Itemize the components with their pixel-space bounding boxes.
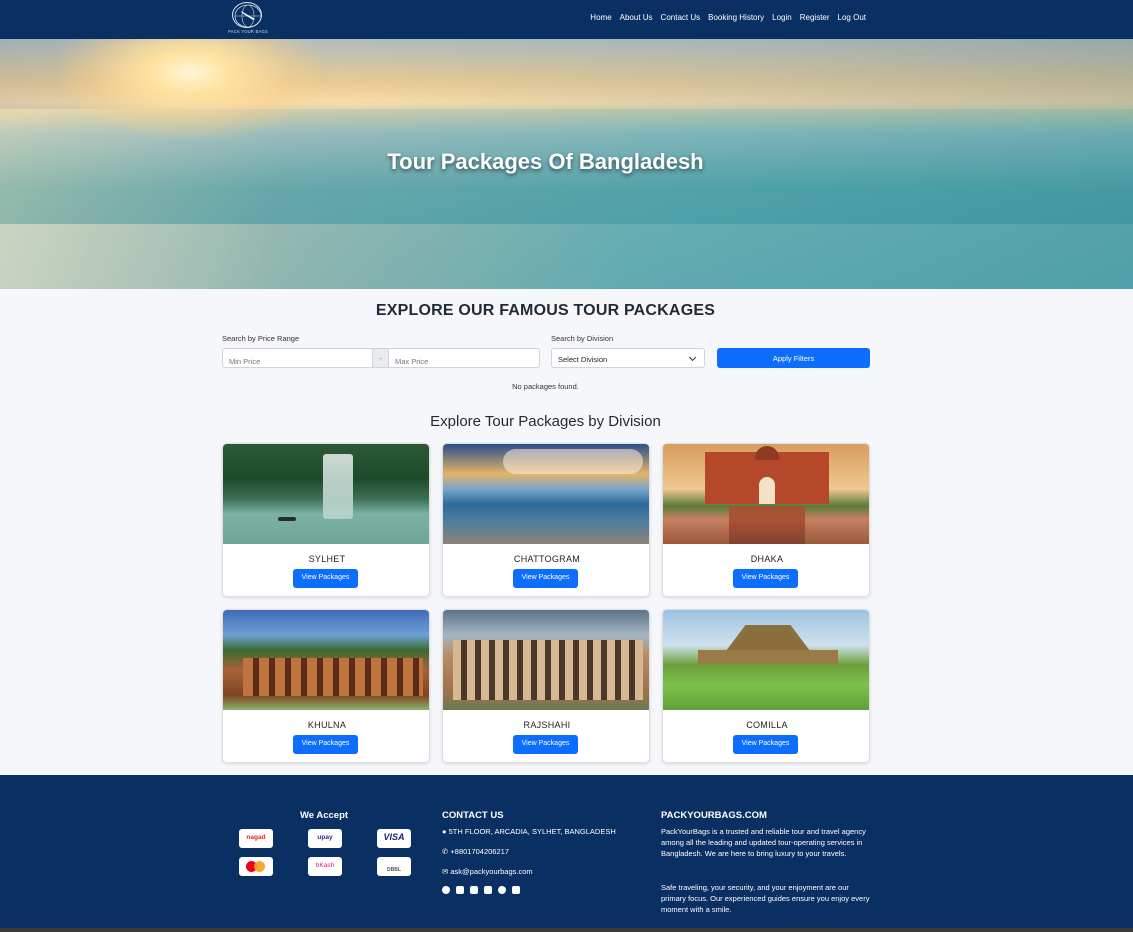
division-heading: Explore Tour Packages by Division <box>430 413 661 430</box>
dbbl-logo: DBBL <box>377 857 411 876</box>
about-heading: PACKYOURBAGS.COM <box>661 810 767 821</box>
price-separator: - <box>372 348 389 368</box>
view-packages-button[interactable]: View Packages <box>733 735 798 754</box>
view-packages-button[interactable]: View Packages <box>733 569 798 588</box>
bkash-logo: bKash <box>308 857 342 876</box>
about-text-1: PackYourBags is a trusted and reliable t… <box>661 827 866 858</box>
division-name: KHULNA <box>307 720 347 730</box>
visa-logo: VISA <box>377 829 411 848</box>
email-text: ask@packyourbags.com <box>450 867 533 876</box>
division-card-chattogram: CHATTOGRAM View Packages <box>442 443 650 597</box>
footer <box>0 775 1133 932</box>
min-price-input[interactable] <box>222 348 373 368</box>
mastercard-logo <box>239 857 273 876</box>
apply-filters-button[interactable]: Apply Filters <box>717 348 870 368</box>
pinterest-icon[interactable] <box>498 886 506 894</box>
nav-about-us[interactable]: About Us <box>620 13 653 22</box>
facebook-icon[interactable] <box>442 886 450 894</box>
division-card-sylhet: SYLHET View Packages <box>222 443 430 597</box>
price-range-label: Search by Price Range <box>222 334 300 343</box>
hero-title: Tour Packages Of Bangladesh <box>387 149 704 174</box>
location-pin-icon: ● <box>442 827 447 836</box>
dhaka-image <box>663 444 869 544</box>
instagram-icon[interactable] <box>512 886 520 894</box>
division-name: SYLHET <box>308 554 346 564</box>
rajshahi-image <box>443 610 649 710</box>
contact-heading: CONTACT US <box>442 810 504 821</box>
division-card-comilla: COMILLA View Packages <box>662 609 870 763</box>
nav-register[interactable]: Register <box>800 13 830 22</box>
view-packages-button[interactable]: View Packages <box>513 569 578 588</box>
view-packages-button[interactable]: View Packages <box>293 735 358 754</box>
globe-plane-icon <box>232 2 262 28</box>
hero-wave <box>0 224 1133 289</box>
chattogram-image <box>443 444 649 544</box>
twitter-icon[interactable] <box>456 886 464 894</box>
upay-logo: upay <box>308 829 342 848</box>
comilla-image <box>663 610 869 710</box>
max-price-input[interactable] <box>388 348 540 368</box>
view-packages-button[interactable]: View Packages <box>513 735 578 754</box>
empty-message: No packages found. <box>512 382 579 391</box>
about-text-2: Safe traveling, your security, and your … <box>661 883 870 914</box>
division-card-dhaka: DHAKA View Packages <box>662 443 870 597</box>
logo-text: PACK YOUR BAGS <box>228 29 268 34</box>
division-name: COMILLA <box>746 720 788 730</box>
email-row[interactable]: ✉ ask@packyourbags.com <box>442 866 533 877</box>
brand-logo[interactable]: PACK YOUR BAGS <box>228 2 268 36</box>
division-card-khulna: KHULNA View Packages <box>222 609 430 763</box>
nav-log-out[interactable]: Log Out <box>838 13 866 22</box>
nav-login[interactable]: Login <box>772 13 792 22</box>
nagad-logo: nagad <box>239 829 273 848</box>
youtube-icon[interactable] <box>484 886 492 894</box>
hero-banner: Tour Packages Of Bangladesh <box>0 39 1133 289</box>
division-card-rajshahi: RAJSHAHI View Packages <box>442 609 650 763</box>
packages-heading: EXPLORE OUR FAMOUS TOUR PACKAGES <box>375 302 716 319</box>
navbar: PACK YOUR BAGS Home About Us Contact Us … <box>0 0 1133 39</box>
address-text: 5TH FLOOR, ARCADIA, SYLHET, BANGLADESH <box>448 827 616 836</box>
phone-text: +8801704206217 <box>450 847 509 856</box>
phone-row[interactable]: ✆ +8801704206217 <box>442 846 509 857</box>
division-select-value: Select Division <box>558 355 608 364</box>
sylhet-image <box>223 444 429 544</box>
division-label: Search by Division <box>551 334 614 343</box>
division-name: RAJSHAHI <box>523 720 571 730</box>
division-name: DHAKA <box>750 554 784 564</box>
nav-links: Home About Us Contact Us Booking History… <box>590 13 866 22</box>
phone-icon: ✆ <box>442 847 449 856</box>
address-row: ● 5TH FLOOR, ARCADIA, SYLHET, BANGLADESH <box>442 826 616 837</box>
nav-contact-us[interactable]: Contact Us <box>661 13 701 22</box>
division-name: CHATTOGRAM <box>513 554 581 564</box>
nav-booking-history[interactable]: Booking History <box>708 13 764 22</box>
envelope-icon: ✉ <box>442 867 449 876</box>
nav-home[interactable]: Home <box>590 13 611 22</box>
footer-bottom-bar <box>0 928 1133 932</box>
division-select[interactable]: Select Division <box>551 348 705 368</box>
view-packages-button[interactable]: View Packages <box>293 569 358 588</box>
we-accept-heading: We Accept <box>300 810 349 821</box>
linkedin-icon[interactable] <box>470 886 478 894</box>
khulna-image <box>223 610 429 710</box>
